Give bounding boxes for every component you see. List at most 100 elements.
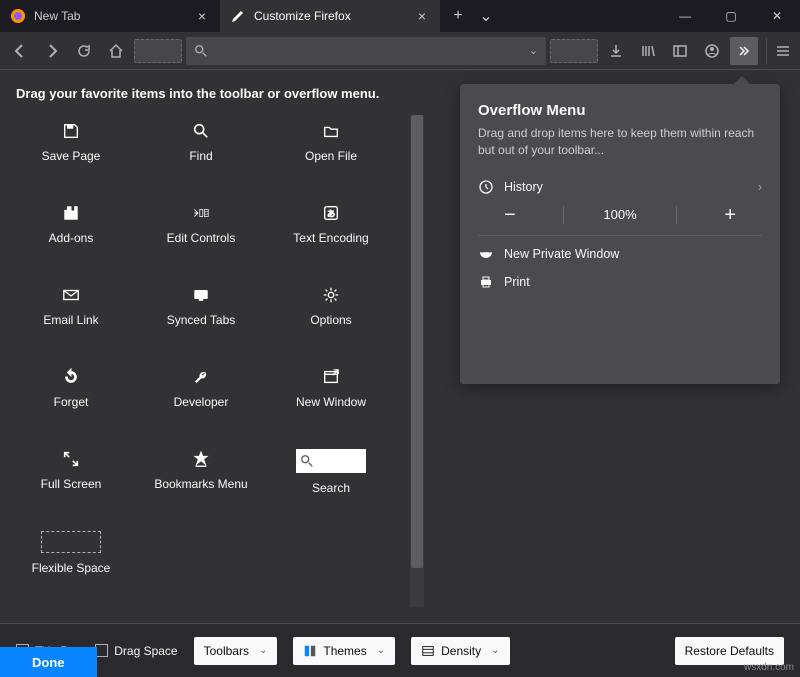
scrollbar[interactable] xyxy=(410,115,424,607)
overflow-description: Drag and drop items here to keep them wi… xyxy=(478,125,762,159)
chevron-down-icon: ⌄ xyxy=(259,645,267,656)
zoom-controls: − 100% + xyxy=(478,201,762,236)
minimize-button[interactable]: — xyxy=(662,0,708,32)
sidebar-button[interactable] xyxy=(666,37,694,65)
palette-item-bookmarks-menu[interactable]: Bookmarks Menu xyxy=(146,443,256,523)
palette-item-synced-tabs[interactable]: Synced Tabs xyxy=(146,279,256,359)
dropdown-label: Toolbars xyxy=(204,644,249,658)
palette-item-label: Find xyxy=(189,149,212,163)
palette-item-email-link[interactable]: Email Link xyxy=(16,279,126,359)
dropdown-label: Themes xyxy=(323,644,366,658)
edit-controls-icon xyxy=(192,203,210,223)
palette-item-edit-controls[interactable]: Edit Controls xyxy=(146,197,256,277)
palette-item-label: Open File xyxy=(305,149,357,163)
tab-label: Customize Firefox xyxy=(254,9,406,23)
scroll-thumb[interactable] xyxy=(411,115,423,568)
palette-item-label: Synced Tabs xyxy=(167,313,236,327)
tab-customize[interactable]: Customize Firefox × xyxy=(220,0,440,32)
add-ons-icon xyxy=(62,203,80,223)
close-icon[interactable]: × xyxy=(194,8,210,24)
full-screen-icon xyxy=(62,449,80,469)
paintbrush-icon xyxy=(230,8,246,24)
palette-item-label: Options xyxy=(310,313,351,327)
nav-toolbar: ⌄ xyxy=(0,32,800,70)
palette-item-search[interactable]: Search xyxy=(276,443,386,523)
chevron-down-icon: ⌄ xyxy=(377,645,385,656)
tab-new-tab[interactable]: New Tab × xyxy=(0,0,220,32)
forward-button[interactable] xyxy=(38,37,66,65)
palette-item-label: Save Page xyxy=(42,149,101,163)
palette-pane: Drag your favorite items into the toolba… xyxy=(0,70,440,623)
reload-button[interactable] xyxy=(70,37,98,65)
print-icon xyxy=(478,274,494,290)
overflow-button[interactable] xyxy=(730,37,758,65)
palette-item-forget[interactable]: Forget xyxy=(16,361,126,441)
mask-icon xyxy=(478,246,494,262)
dragspace-checkbox[interactable]: Drag Space xyxy=(95,644,177,658)
all-tabs-button[interactable]: ⌄ xyxy=(472,6,500,26)
palette-item-new-window[interactable]: New Window xyxy=(276,361,386,441)
zoom-out-button[interactable]: − xyxy=(496,205,524,225)
palette-item-label: Email Link xyxy=(43,313,98,327)
zoom-level[interactable]: 100% xyxy=(603,207,636,222)
overflow-panel: Overflow Menu Drag and drop items here t… xyxy=(460,84,780,384)
overflow-item-label: Print xyxy=(504,275,530,289)
tab-strip-controls: + ⌄ xyxy=(444,0,500,32)
titlebar: New Tab × Customize Firefox × + ⌄ — ▢ ✕ xyxy=(0,0,800,32)
overflow-item-label: New Private Window xyxy=(504,247,619,261)
bottom-bar: Title Bar Drag Space Toolbars⌄ Themes⌄ D… xyxy=(0,623,800,677)
done-button[interactable]: Done xyxy=(0,647,97,677)
themes-dropdown[interactable]: Themes ⌄ xyxy=(293,637,395,665)
close-icon[interactable]: × xyxy=(414,8,430,24)
account-button[interactable] xyxy=(698,37,726,65)
window-controls: — ▢ ✕ xyxy=(662,0,800,32)
email-link-icon xyxy=(62,285,80,305)
back-button[interactable] xyxy=(6,37,34,65)
palette-item-find[interactable]: Find xyxy=(146,115,256,195)
chevron-right-icon: › xyxy=(758,180,762,194)
palette-item-flexible-space[interactable]: Flexible Space xyxy=(16,525,126,605)
checkbox-label: Drag Space xyxy=(114,644,177,658)
palette-item-full-screen[interactable]: Full Screen xyxy=(16,443,126,523)
palette-item-developer[interactable]: Developer xyxy=(146,361,256,441)
density-dropdown[interactable]: Density ⌄ xyxy=(411,637,509,665)
palette-grid: Save Page Find Open File Add-ons Edit Contro… xyxy=(16,115,406,607)
downloads-button[interactable] xyxy=(602,37,630,65)
palette-item-label: Flexible Space xyxy=(32,561,111,575)
new-tab-button[interactable]: + xyxy=(444,7,472,25)
palette-item-add-ons[interactable]: Add-ons xyxy=(16,197,126,277)
palette-item-label: Edit Controls xyxy=(167,231,236,245)
options-icon xyxy=(322,285,340,305)
chevron-down-icon[interactable]: ⌄ xyxy=(529,44,538,57)
chevron-down-icon: ⌄ xyxy=(491,645,499,656)
palette-item-open-file[interactable]: Open File xyxy=(276,115,386,195)
search-field-icon xyxy=(296,449,366,473)
palette-item-options[interactable]: Options xyxy=(276,279,386,359)
overflow-item-private-window[interactable]: New Private Window xyxy=(478,240,762,268)
zoom-in-button[interactable]: + xyxy=(716,205,744,225)
dropdown-label: Density xyxy=(441,644,481,658)
palette-item-save-page[interactable]: Save Page xyxy=(16,115,126,195)
palette-item-label: Search xyxy=(312,481,350,495)
toolbar-placeholder[interactable] xyxy=(550,39,598,63)
overflow-item-history[interactable]: History › xyxy=(478,173,762,201)
button-label: Done xyxy=(32,655,65,670)
palette-item-label: New Window xyxy=(296,395,366,409)
library-button[interactable] xyxy=(634,37,662,65)
find-icon xyxy=(192,121,210,141)
url-bar[interactable]: ⌄ xyxy=(186,37,546,65)
svg-text:あ: あ xyxy=(327,210,335,219)
close-window-button[interactable]: ✕ xyxy=(754,0,800,32)
restore-defaults-button[interactable]: Restore Defaults xyxy=(675,637,784,665)
instruction-text: Drag your favorite items into the toolba… xyxy=(16,86,424,101)
maximize-button[interactable]: ▢ xyxy=(708,0,754,32)
palette-item-label: Full Screen xyxy=(41,477,102,491)
toolbar-placeholder[interactable] xyxy=(134,39,182,63)
palette-item-text-encoding[interactable]: あText Encoding xyxy=(276,197,386,277)
toolbars-dropdown[interactable]: Toolbars ⌄ xyxy=(194,637,278,665)
overflow-item-print[interactable]: Print xyxy=(478,268,762,296)
menu-button[interactable] xyxy=(766,37,794,65)
palette-item-label: Add-ons xyxy=(49,231,94,245)
palette-item-label: Developer xyxy=(174,395,229,409)
home-button[interactable] xyxy=(102,37,130,65)
